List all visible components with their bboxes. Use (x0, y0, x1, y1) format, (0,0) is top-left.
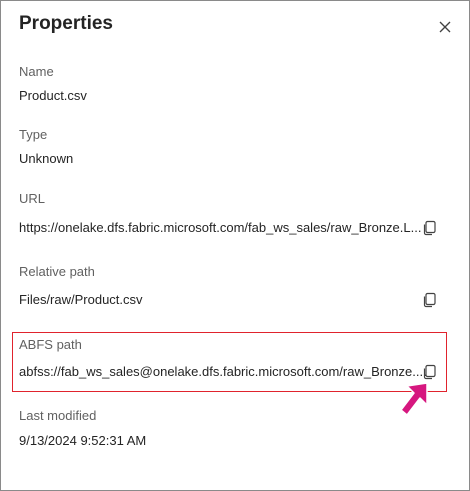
type-value: Unknown (19, 151, 74, 166)
abfs-path-value: abfss://fab_ws_sales@onelake.dfs.fabric.… (19, 364, 427, 379)
relative-path-value: Files/raw/Product.csv (19, 292, 143, 307)
panel-title: Properties (19, 13, 113, 34)
copy-url-button[interactable] (421, 219, 439, 237)
arrow-pointer-icon (400, 382, 428, 416)
relative-path-label: Relative path (19, 264, 95, 279)
copy-icon (423, 292, 436, 308)
name-label: Name (19, 64, 54, 79)
last-modified-label: Last modified (19, 408, 97, 423)
close-icon (439, 21, 451, 33)
abfs-path-label: ABFS path (19, 337, 82, 352)
close-button[interactable] (435, 17, 455, 37)
copy-icon (423, 220, 436, 236)
url-label: URL (19, 191, 46, 206)
name-value: Product.csv (19, 88, 87, 103)
url-value: https://onelake.dfs.fabric.microsoft.com… (19, 220, 422, 235)
last-modified-value: 9/13/2024 9:52:31 AM (19, 433, 147, 448)
properties-panel: Properties Name Product.csv Type Unknown… (0, 0, 470, 491)
copy-relative-path-button[interactable] (421, 291, 439, 309)
type-label: Type (19, 127, 48, 142)
